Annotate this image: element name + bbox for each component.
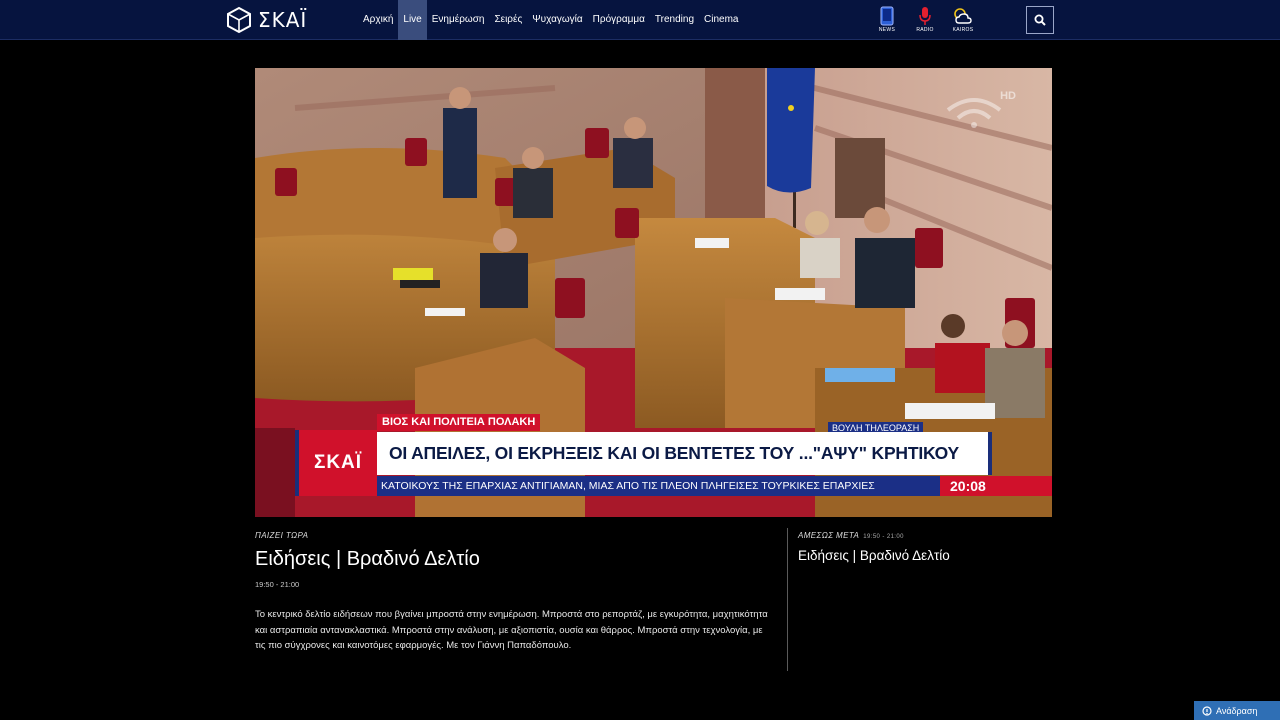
quick-link-weather[interactable]: KAIROS xyxy=(949,6,977,33)
search-icon xyxy=(1034,14,1046,26)
now-playing-time: 19:50 - 21:00 xyxy=(255,580,300,589)
search-button[interactable] xyxy=(1026,6,1054,34)
live-video-player[interactable]: HD ΒΟΥΛΗ ΤΗΛΕΟΡΑΣΗ ΒΙΟΣ ΚΑΙ ΠΟΛΙΤΕΙΑ ΠΟΛ… xyxy=(255,68,1052,517)
quick-link-news[interactable]: NEWS xyxy=(873,6,901,33)
now-playing-description: Το κεντρικό δελτίο ειδήσεων που βγαίνει … xyxy=(255,609,768,651)
channel-brand-text: ΣΚΑΪ xyxy=(313,452,363,473)
main-nav: Αρχική Live Ενημέρωση Σειρές Ψυχαγωγία Π… xyxy=(358,0,744,40)
now-playing-label: ΠΑΙΖΕΙ ΤΩΡΑ xyxy=(255,531,309,540)
logo-text: ΣΚΑΪ xyxy=(258,8,308,32)
news-ticker-text: ΚΑΤΟΙΚΟΥΣ ΤΗΣ ΕΠΑΡΧΙΑΣ ΑΝΤΙΓΙΑΜΑΝ, ΜΙΑΣ … xyxy=(381,480,875,492)
quick-link-radio[interactable]: RADIO xyxy=(911,6,939,33)
site-logo[interactable]: ΣΚΑΪ xyxy=(226,6,307,34)
info-divider xyxy=(787,528,788,671)
feedback-label: Ανάδραση xyxy=(1216,705,1258,716)
nav-item-live[interactable]: Live xyxy=(398,0,427,40)
news-ticker: ΚΑΤΟΙΚΟΥΣ ΤΗΣ ΕΠΑΡΧΙΑΣ ΑΝΤΙΓΙΑΜΑΝ, ΜΙΑΣ … xyxy=(377,476,940,496)
microphone-icon xyxy=(919,7,931,25)
feedback-button[interactable]: Ανάδραση xyxy=(1194,701,1280,720)
weather-icon xyxy=(954,8,972,24)
broadcast-signal-icon xyxy=(946,98,1002,128)
up-next-time: 19:50 - 21:00 xyxy=(863,534,904,540)
quick-links: NEWS RADIO KAIROS xyxy=(873,6,977,33)
lower-third-headline-bar: ΟΙ ΑΠΕΙΛΕΣ, ΟΙ ΕΚΡΗΞΕΙΣ ΚΑΙ ΟΙ ΒΕΝΤΕΤΕΣ … xyxy=(377,432,992,475)
broadcast-clock: 20:08 xyxy=(940,476,1052,496)
nav-item-entertainment[interactable]: Ψυχαγωγία xyxy=(527,0,587,40)
hd-badge: HD xyxy=(1000,90,1016,102)
nav-item-news[interactable]: Ενημέρωση xyxy=(427,0,490,40)
lower-third-headline: ΟΙ ΑΠΕΙΛΕΣ, ΟΙ ΕΚΡΗΞΕΙΣ ΚΑΙ ΟΙ ΒΕΝΤΕΤΕΣ … xyxy=(389,443,960,463)
cube-logo-icon xyxy=(227,6,251,34)
channel-brand-box: ΣΚΑΪ xyxy=(295,430,377,496)
nav-item-series[interactable]: Σειρές xyxy=(489,0,527,40)
feedback-icon xyxy=(1202,705,1212,716)
up-next-title[interactable]: Ειδήσεις | Βραδινό Δελτίο xyxy=(798,548,950,563)
top-navigation-bar: ΣΚΑΪ Αρχική Live Ενημέρωση Σειρές Ψυχαγω… xyxy=(0,0,1280,40)
nav-item-cinema[interactable]: Cinema xyxy=(699,0,743,40)
phone-icon xyxy=(880,6,894,26)
now-playing-title: Ειδήσεις | Βραδινό Δελτίο xyxy=(255,548,480,570)
up-next-label-text: ΑΜΕΣΩΣ ΜΕΤΑ xyxy=(798,531,860,540)
lower-third-kicker: ΒΙΟΣ ΚΑΙ ΠΟΛΙΤΕΙΑ ΠΟΛΑΚΗ xyxy=(377,414,541,431)
up-next-label: ΑΜΕΣΩΣ ΜΕΤΑ 19:50 - 21:00 xyxy=(798,531,904,540)
nav-item-home[interactable]: Αρχική xyxy=(358,0,398,40)
nav-item-trending[interactable]: Trending xyxy=(650,0,699,40)
nav-item-schedule[interactable]: Πρόγραμμα xyxy=(588,0,650,40)
